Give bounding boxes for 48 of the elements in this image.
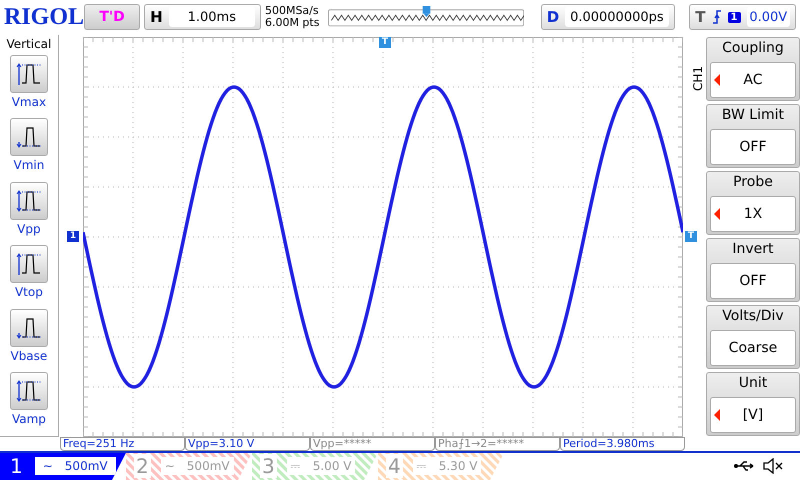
measure-button[interactable] bbox=[10, 245, 48, 284]
usb-icon bbox=[734, 460, 756, 472]
softkey-value: OFF bbox=[710, 128, 796, 165]
channel-tab[interactable]: 1 ~ 500mV bbox=[0, 452, 126, 480]
measurement-readout: Vpp=3.10 V bbox=[185, 436, 310, 451]
timebase-display[interactable]: H 1.00ms bbox=[144, 4, 261, 30]
measure-label: Vamp bbox=[12, 412, 46, 426]
softkey-value: AC bbox=[710, 62, 796, 98]
measurement-readout: Vpp=***** bbox=[310, 436, 435, 451]
softkey-label: Invert bbox=[732, 240, 774, 259]
rising-edge-icon bbox=[712, 10, 722, 24]
softkey-label: Unit bbox=[738, 374, 768, 393]
softkey-value: [V] bbox=[710, 396, 796, 433]
trigger-display[interactable]: T 1 0.00V bbox=[689, 4, 796, 30]
softkey-value: 1X bbox=[710, 196, 796, 232]
softkey-label: Coupling bbox=[722, 40, 784, 58]
softkey-label: Volts/Div bbox=[722, 308, 784, 326]
trigger-source-badge: 1 bbox=[728, 12, 740, 23]
softkey-value: Coarse bbox=[710, 330, 796, 366]
menu-softkey[interactable]: Volts/Div Coarse bbox=[706, 304, 800, 369]
softkey-label: Probe bbox=[733, 174, 773, 192]
menu-softkey[interactable]: Invert OFF bbox=[706, 238, 800, 302]
sample-rate: 500MSa/s bbox=[264, 5, 320, 18]
memory-depth: 6.00M pts bbox=[264, 17, 320, 30]
menu-softkey[interactable]: Unit [V] bbox=[706, 372, 800, 436]
speaker-muted-icon bbox=[762, 458, 784, 474]
channel-marker[interactable]: 1 bbox=[66, 230, 80, 242]
measurement-readout: Freq=251 Hz bbox=[60, 436, 185, 451]
measurement-readout: Pha⨍1→2=***** bbox=[435, 436, 560, 451]
channel-label: CH1 bbox=[691, 66, 706, 91]
measurement-readout: Period=3.980ms bbox=[560, 436, 685, 451]
measure-label: Vmin bbox=[13, 158, 44, 172]
measure-label: Vmax bbox=[12, 94, 46, 109]
softkey-value: OFF bbox=[710, 262, 796, 299]
panel-title: Vertical bbox=[6, 36, 52, 51]
measure-label: Vbase bbox=[10, 348, 48, 363]
delay-display[interactable]: D 0.00000000ps bbox=[540, 4, 675, 30]
softkey-label: BW Limit bbox=[722, 106, 784, 125]
menu-softkey[interactable]: Probe 1X bbox=[706, 170, 800, 235]
menu-softkey[interactable]: Coupling AC bbox=[706, 36, 800, 101]
measure-button[interactable] bbox=[10, 118, 48, 156]
measure-label: Vpp bbox=[17, 222, 41, 236]
measure-button[interactable] bbox=[10, 54, 48, 93]
measure-button[interactable] bbox=[10, 308, 48, 347]
measure-button[interactable] bbox=[10, 372, 48, 410]
measure-label: Vtop bbox=[14, 285, 43, 300]
menu-softkey[interactable]: BW Limit OFF bbox=[706, 104, 800, 168]
measure-button[interactable] bbox=[10, 182, 48, 220]
